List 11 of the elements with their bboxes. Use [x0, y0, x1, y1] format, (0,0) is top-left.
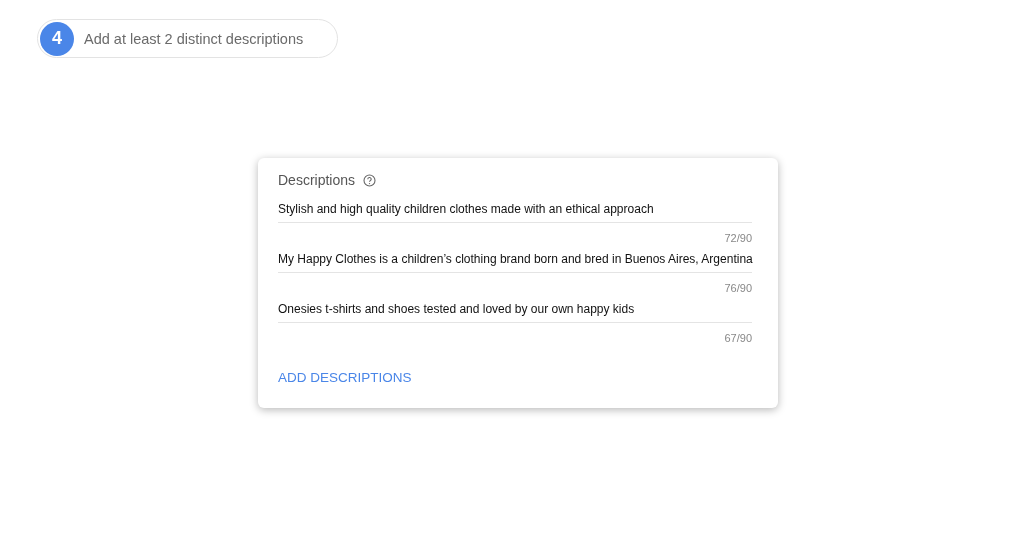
character-count: 72/90 [723, 232, 752, 244]
step-label: Add at least 2 distinct descriptions [84, 30, 304, 47]
character-count: 76/90 [723, 282, 752, 294]
card-title: Descriptions [278, 172, 356, 188]
description-field[interactable]: My Happy Clothes is a children’s clothing brand born and bred in Buenos Aires, Argentina [278, 252, 752, 273]
help-icon[interactable] [363, 173, 377, 187]
add-descriptions-button[interactable]: ADD DESCRIPTIONS [278, 370, 412, 385]
description-field[interactable]: Onesies t-shirts and shoes tested and loved by our own happy kids [278, 302, 752, 323]
step-number: 4 [40, 21, 74, 56]
character-count: 67/90 [723, 332, 752, 344]
description-field[interactable]: Stylish and high quality children clothes made with an ethical approach [278, 202, 752, 223]
